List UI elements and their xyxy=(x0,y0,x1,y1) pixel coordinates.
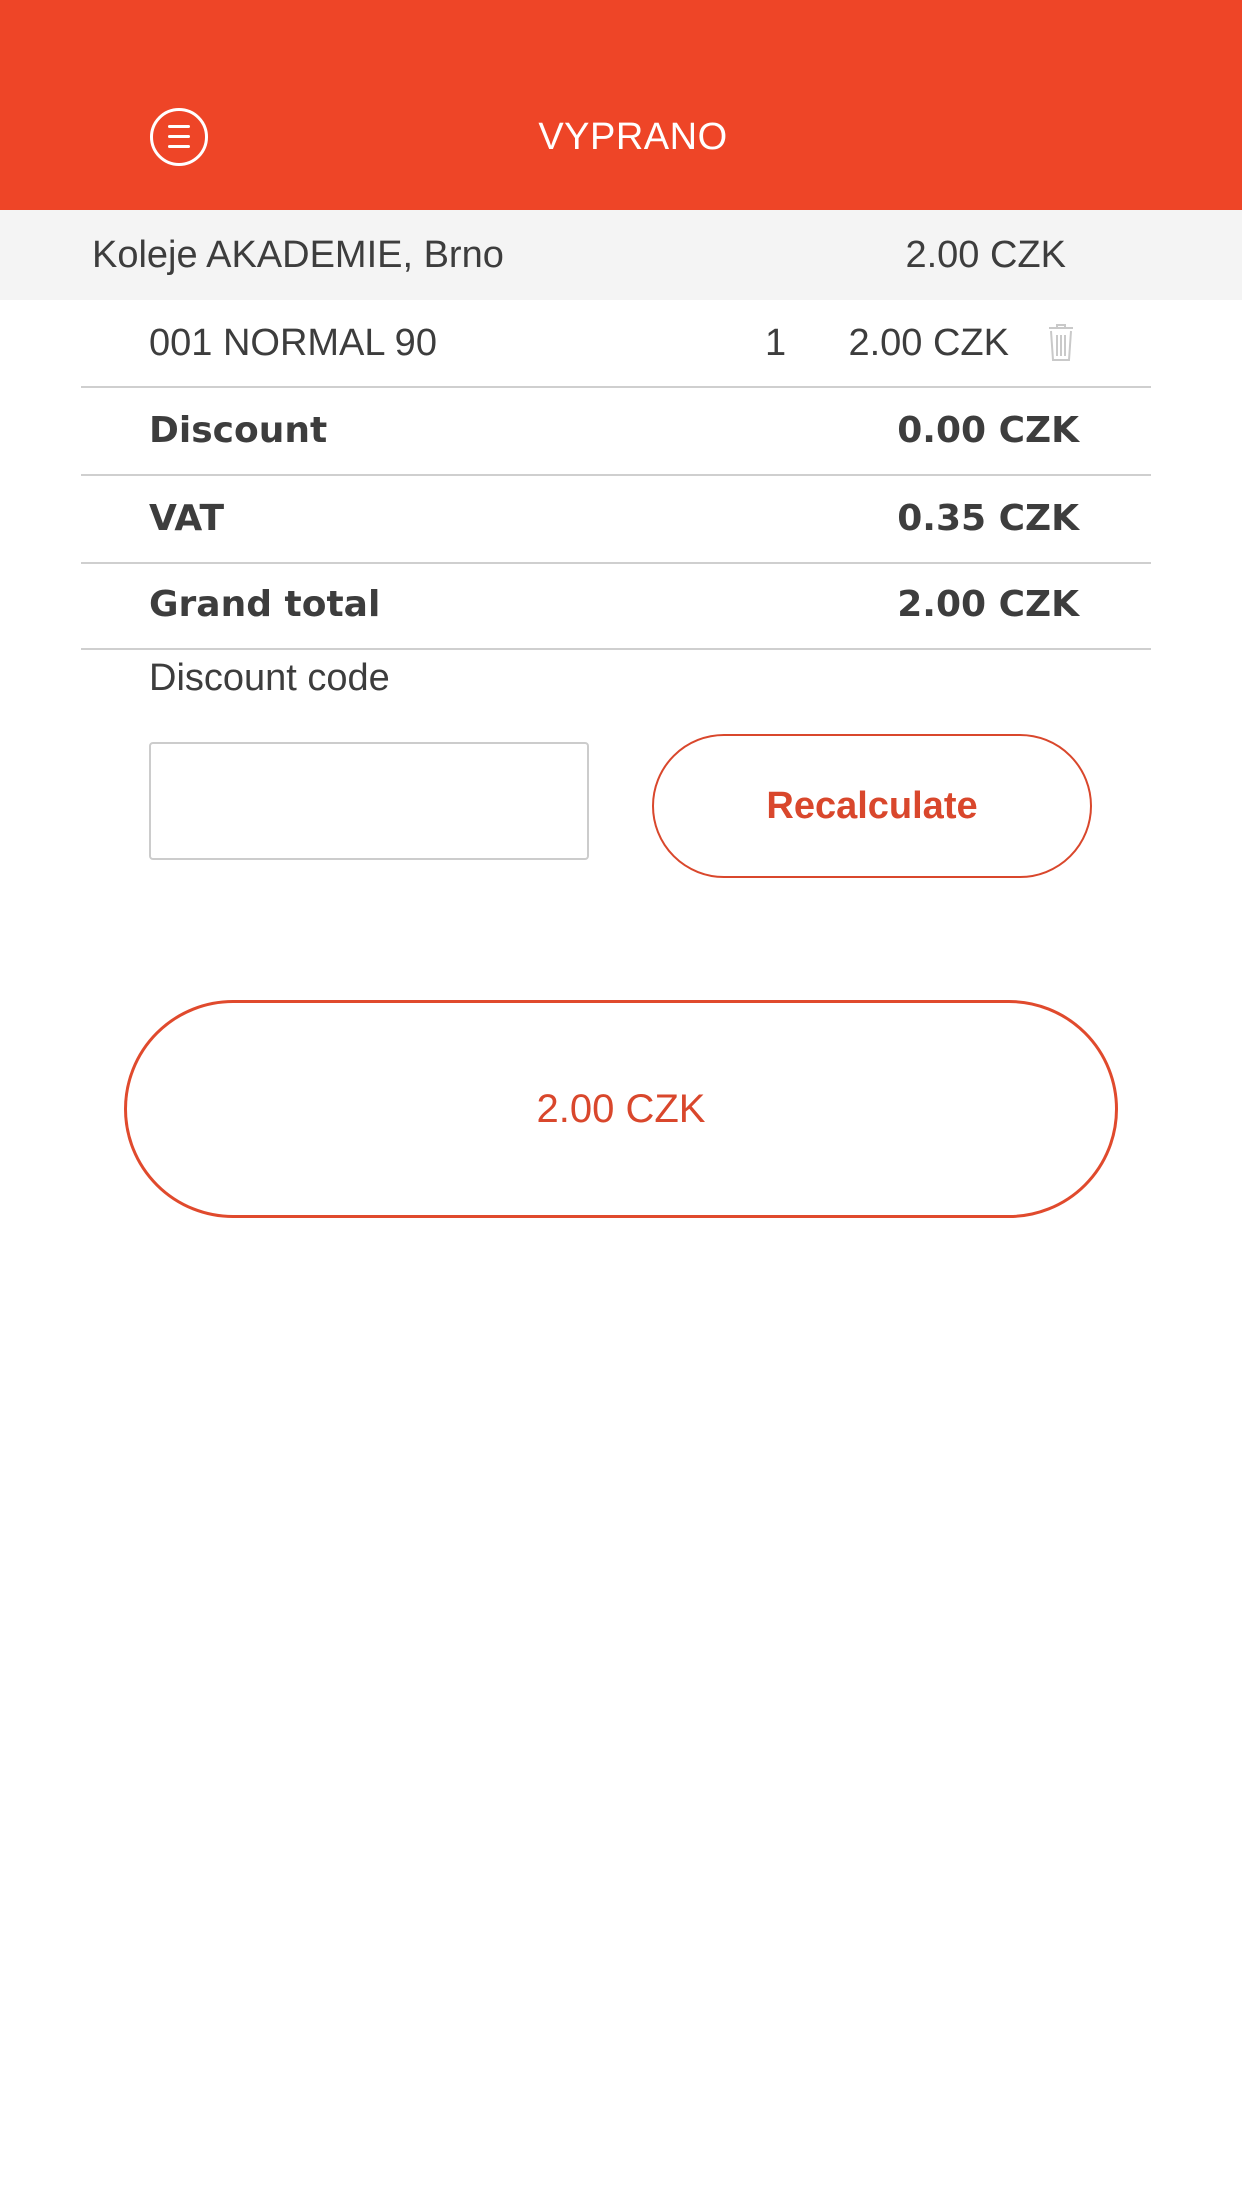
location-price: 2.00 CZK xyxy=(905,234,1066,276)
app-bar: VYPRANO xyxy=(0,0,1242,210)
location-row: Koleje AKADEMIE, Brno 2.00 CZK xyxy=(0,210,1242,300)
vat-row: VAT 0.35 CZK xyxy=(81,476,1151,564)
cart-item-row: 001 NORMAL 90 1 2.00 CZK xyxy=(81,300,1151,388)
location-name: Koleje AKADEMIE, Brno xyxy=(92,234,504,276)
grand-total-value: 2.00 CZK xyxy=(897,584,1079,625)
discount-row: Discount 0.00 CZK xyxy=(81,388,1151,476)
vat-value: 0.35 CZK xyxy=(897,498,1079,539)
discount-code-input[interactable] xyxy=(149,742,589,860)
cart-item-price: 2.00 CZK xyxy=(848,322,1009,364)
pay-button[interactable]: 2.00 CZK xyxy=(124,1000,1118,1218)
discount-value: 0.00 CZK xyxy=(897,410,1079,451)
app-title: VYPRANO xyxy=(538,116,728,158)
vat-label: VAT xyxy=(149,498,225,539)
discount-code-label: Discount code xyxy=(149,657,390,699)
cart-item-name: 001 NORMAL 90 xyxy=(149,322,437,364)
grand-total-label: Grand total xyxy=(149,584,381,625)
grand-total-row: Grand total 2.00 CZK xyxy=(81,562,1151,650)
trash-icon[interactable] xyxy=(1039,320,1083,364)
cart-item-quantity: 1 xyxy=(765,322,787,364)
recalculate-button[interactable]: Recalculate xyxy=(652,734,1092,878)
discount-label: Discount xyxy=(149,410,328,451)
